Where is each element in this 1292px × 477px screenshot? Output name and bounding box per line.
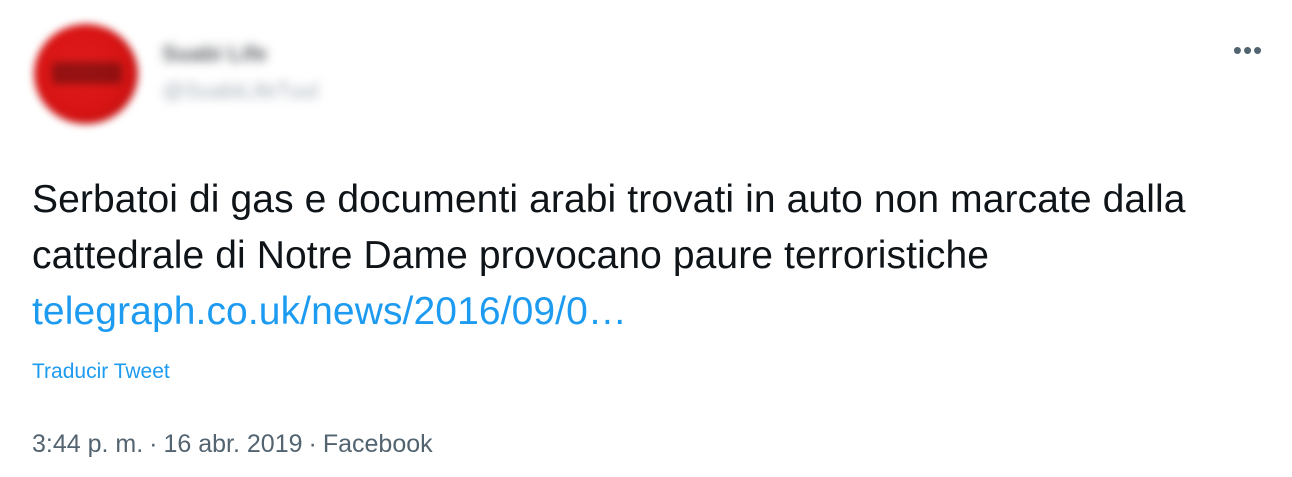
meta-separator: · xyxy=(149,430,158,458)
tweet-date[interactable]: 16 abr. 2019 xyxy=(164,430,303,458)
tweet-source[interactable]: Facebook xyxy=(323,430,433,458)
tweet-text-body: Serbatoi di gas e documenti arabi trovat… xyxy=(32,178,1186,277)
meta-separator: · xyxy=(308,430,317,458)
more-horizontal-icon: ••• xyxy=(1232,35,1264,65)
tweet-time[interactable]: 3:44 p. m. xyxy=(32,430,143,458)
tweet-link[interactable]: telegraph.co.uk/news/2016/09/0… xyxy=(32,290,627,333)
author-display-name[interactable]: Suabi Life xyxy=(162,40,402,68)
tweet-text: Serbatoi di gas e documenti arabi trovat… xyxy=(32,172,1262,340)
avatar-logo xyxy=(52,62,122,84)
tweet-header: Suabi Life @SuabiLifeTuul ••• xyxy=(30,24,1270,124)
author-handle[interactable]: @SuabiLifeTuul xyxy=(162,78,402,104)
tweet-card: Suabi Life @SuabiLifeTuul ••• Serbatoi d… xyxy=(0,0,1292,477)
tweet-meta: 3:44 p. m. · 16 abr. 2019 · Facebook xyxy=(32,430,433,459)
more-options-button[interactable]: ••• xyxy=(1226,34,1270,78)
author-info[interactable]: Suabi Life @SuabiLifeTuul xyxy=(162,40,402,110)
translate-tweet-link[interactable]: Traducir Tweet xyxy=(32,360,170,384)
avatar[interactable] xyxy=(34,24,138,124)
